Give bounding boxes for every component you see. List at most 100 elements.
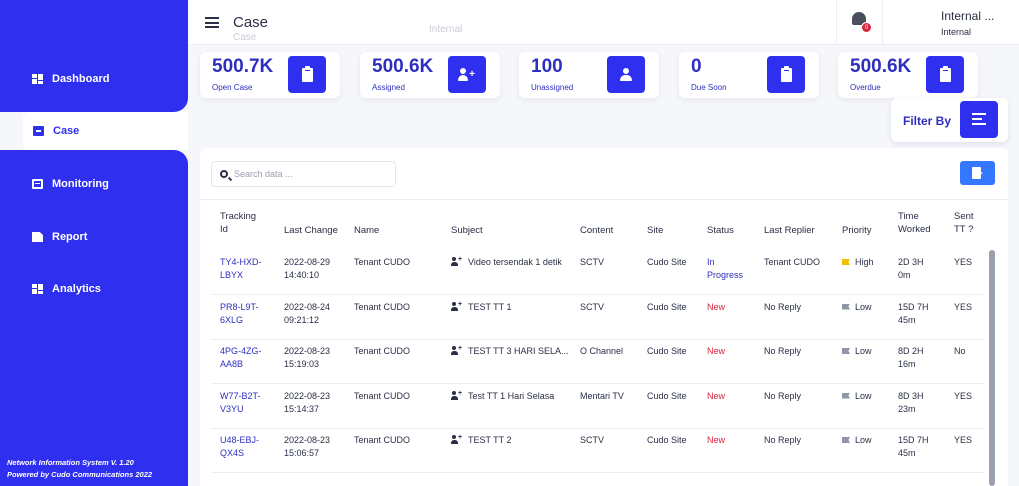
cell-name: Tenant CUDO — [354, 257, 411, 267]
table-row[interactable]: W77-B2T- V3YU 2022-08-23 15:14:37 Tenant CUD… — [211, 384, 985, 429]
ghost-user: Internal — [429, 24, 463, 35]
stat-card-open-case[interactable]: 500.7K Open Case — [200, 52, 340, 98]
col-last-replier[interactable]: Last Replier — [764, 224, 815, 237]
cell-content: SCTV — [580, 435, 605, 445]
cell-site: Cudo Site — [647, 435, 687, 445]
cell-name: Tenant CUDO — [354, 301, 411, 312]
sidebar-item-analytics[interactable]: Analytics — [0, 270, 188, 308]
filter-by-panel[interactable]: Filter By — [891, 98, 1008, 142]
cell-sent-tt: No — [954, 346, 966, 356]
case-table-panel: Tracking Id Last Change Name Subject Con… — [200, 148, 1008, 486]
table-row[interactable]: TY4-HXD- LBYX 2022-08-29 14:40:10 Tenant CUD… — [211, 250, 985, 295]
flag-icon — [842, 348, 850, 354]
cell-site: Cudo Site — [647, 257, 687, 267]
cell-site: Cudo Site — [647, 346, 687, 356]
flag-icon — [842, 303, 850, 310]
cell-subject: + TEST TT 1 — [451, 301, 512, 314]
sidebar-item-report[interactable]: Report — [0, 218, 188, 256]
stat-card-assigned[interactable]: 500.6K Assigned + — [360, 52, 500, 98]
sidebar-item-label: Monitoring — [52, 178, 109, 190]
menu-icon[interactable] — [205, 17, 219, 28]
sidebar-item-label: Dashboard — [52, 73, 110, 85]
cell-time-worked: 15D 7H 45m — [898, 301, 929, 325]
cell-subject: + Test TT 1 Hari Selasa — [451, 390, 554, 403]
sidebar-footer: Network Information System V. 1.20 Power… — [7, 457, 152, 481]
export-button[interactable] — [960, 161, 995, 185]
cell-last-replier: No Reply — [764, 301, 802, 312]
col-content[interactable]: Content — [580, 224, 613, 237]
stat-icon-box — [607, 56, 645, 93]
scrollbar[interactable] — [989, 250, 995, 486]
cell-status: New — [707, 390, 726, 401]
report-icon — [32, 232, 43, 242]
col-name[interactable]: Name — [354, 224, 379, 237]
table-row[interactable]: PR8-L9T- 6XLG 2022-08-24 09:21:12 Tenant CUD… — [211, 295, 985, 340]
user-plus-icon: + — [451, 434, 462, 444]
version-text: Network Information System V. 1.20 — [7, 458, 134, 467]
sidebar-item-monitoring[interactable]: Monitoring — [0, 165, 188, 203]
table-row[interactable]: U48-EBJ- QX4S 2022-08-23 15:06:57 Tenant CUD… — [211, 428, 985, 473]
user-name[interactable]: Internal ... — [941, 9, 994, 23]
user-plus-icon: + — [451, 390, 462, 400]
user-plus-icon: + — [451, 345, 462, 355]
cell-last-replier: No Reply — [764, 390, 802, 401]
cell-tracking-id[interactable]: TY4-HXD- LBYX — [220, 256, 262, 282]
table-row[interactable]: 4PG-4ZG- AA8B 2022-08-23 15:19:03 Tenant CUD… — [211, 339, 985, 384]
col-time-worked[interactable]: Time Worked — [898, 210, 931, 236]
cell-tracking-id[interactable]: U48-EBJ- QX4S — [220, 434, 259, 460]
stat-icon-box — [767, 56, 805, 93]
clipboard-icon — [301, 65, 313, 82]
col-status[interactable]: Status — [707, 224, 734, 237]
user-role: Internal — [941, 27, 972, 37]
divider — [200, 199, 1008, 200]
flag-icon — [842, 259, 850, 265]
sidebar-item-dashboard[interactable]: Dashboard — [0, 60, 188, 98]
stat-card-unassigned[interactable]: 100 Unassigned — [519, 52, 659, 98]
col-priority[interactable]: Priority — [842, 224, 872, 237]
cell-tracking-id[interactable]: 4PG-4ZG- AA8B — [220, 345, 262, 371]
sidebar-item-label: Case — [53, 125, 80, 137]
sidebar-item-case[interactable]: Case — [23, 112, 188, 150]
cell-subject: + Video tersendak 1 detik — [451, 256, 562, 269]
cell-priority: High — [842, 256, 874, 269]
scrollbar-thumb[interactable] — [989, 250, 995, 486]
stat-icon-box — [288, 56, 326, 93]
cell-sent-tt: YES — [954, 257, 973, 267]
cell-site: Cudo Site — [647, 390, 687, 401]
sidebar-item-label: Analytics — [52, 283, 101, 295]
cell-last-replier: No Reply — [764, 346, 802, 356]
col-tracking-id[interactable]: Tracking Id — [220, 210, 256, 236]
stat-card-overdue[interactable]: 500.6K Overdue — [838, 52, 978, 98]
case-icon — [33, 126, 44, 136]
col-last-change[interactable]: Last Change — [284, 224, 338, 237]
notification-button[interactable]: 0 — [836, 0, 883, 45]
col-site[interactable]: Site — [647, 224, 663, 237]
cell-tracking-id[interactable]: PR8-L9T- 6XLG — [220, 301, 259, 327]
col-sent-tt[interactable]: Sent TT ? — [954, 210, 974, 236]
analytics-icon — [32, 284, 43, 294]
filter-button[interactable] — [960, 101, 998, 138]
stat-label: Open Case — [212, 83, 253, 92]
clipboard-icon — [939, 65, 951, 82]
col-subject[interactable]: Subject — [451, 224, 483, 237]
user-plus-icon: + — [451, 256, 462, 266]
stat-icon-box — [926, 56, 964, 93]
cell-priority: Low — [842, 434, 872, 447]
stat-label: Assigned — [372, 83, 405, 92]
cell-time-worked: 2D 3H 0m — [898, 257, 924, 280]
cell-sent-tt: YES — [954, 390, 973, 401]
cell-last-replier: Tenant CUDO — [764, 257, 821, 267]
cell-last-change: 2022-08-23 15:19:03 — [284, 346, 331, 369]
cell-last-change: 2022-08-23 15:06:57 — [284, 435, 331, 458]
user-plus-icon: + — [458, 67, 476, 82]
page-title: Case — [233, 14, 269, 31]
cell-tracking-id[interactable]: W77-B2T- V3YU — [220, 390, 261, 416]
stat-value: 0 — [691, 56, 702, 77]
cell-name: Tenant CUDO — [354, 346, 411, 356]
search-box[interactable] — [211, 161, 396, 187]
stat-card-due-soon[interactable]: 0 Due Soon — [679, 52, 819, 98]
search-input[interactable] — [234, 164, 392, 184]
cell-status: New — [707, 346, 726, 356]
cell-status: New — [707, 435, 726, 445]
cell-content: SCTV — [580, 301, 605, 312]
